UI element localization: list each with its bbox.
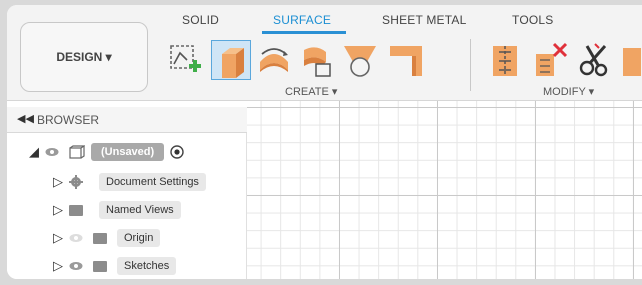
tree-root-row[interactable]: ◢ (Unsaved) [29, 141, 184, 163]
eye-icon[interactable] [45, 147, 59, 157]
tab-surface[interactable]: SURFACE [273, 13, 331, 27]
split-body-icon[interactable] [575, 40, 615, 80]
create-group-label[interactable]: CREATE ▾ [285, 85, 337, 98]
tab-sheet-metal[interactable]: SHEET METAL [382, 13, 466, 27]
create-sketch-icon[interactable] [165, 40, 205, 80]
collapsed-triangle-icon[interactable]: ▷ [53, 202, 69, 218]
eye-icon[interactable] [69, 261, 83, 271]
browser-tree: ◢ (Unsaved) ▷ Document Settings ▷ Named … [7, 133, 247, 279]
workspace-dropdown[interactable]: DESIGN ▾ [20, 22, 148, 92]
workspace-label: DESIGN ▾ [56, 50, 112, 64]
tree-item[interactable]: ▷ Origin [53, 227, 161, 249]
trim-icon[interactable] [485, 40, 525, 80]
tab-tools[interactable]: TOOLS [512, 13, 553, 27]
untrim-icon[interactable] [530, 40, 570, 80]
toolbar-divider [470, 39, 471, 91]
component-icon [69, 145, 85, 159]
tree-item[interactable]: ▷ Document Settings [53, 171, 206, 193]
tree-item-label[interactable]: Document Settings [99, 173, 206, 191]
collapse-panel-icon[interactable]: ◀◀ [17, 112, 34, 125]
viewport-grid[interactable] [247, 101, 642, 279]
expanded-triangle-icon[interactable]: ◢ [29, 144, 45, 160]
tree-item-label[interactable]: Origin [117, 229, 161, 247]
modify-group-label[interactable]: MODIFY ▾ [543, 85, 594, 98]
stitch-icon[interactable] [619, 40, 642, 80]
active-tab-indicator [262, 31, 346, 34]
sweep-icon[interactable] [296, 40, 336, 80]
eye-hidden-icon[interactable] [69, 233, 83, 243]
tree-item[interactable]: ▷ Named Views [53, 199, 181, 221]
extrude-icon[interactable] [211, 40, 251, 80]
app-window: DESIGN ▾ SOLID SURFACE SHEET METAL TOOLS [7, 5, 642, 279]
folder-icon [93, 232, 107, 244]
collapsed-triangle-icon[interactable]: ▷ [53, 174, 69, 190]
tab-solid[interactable]: SOLID [182, 13, 219, 27]
tree-item-label[interactable]: Sketches [117, 257, 177, 275]
tree-item-label[interactable]: Named Views [99, 201, 181, 219]
root-component-label[interactable]: (Unsaved) [91, 143, 165, 161]
collapsed-triangle-icon[interactable]: ▷ [53, 258, 69, 274]
patch-icon[interactable] [386, 40, 426, 80]
activate-radio-icon[interactable] [170, 145, 184, 159]
loft-icon[interactable] [340, 40, 380, 80]
toolbar: DESIGN ▾ SOLID SURFACE SHEET METAL TOOLS [7, 5, 642, 101]
folder-icon [93, 260, 107, 272]
browser-title: BROWSER [37, 113, 100, 127]
collapsed-triangle-icon[interactable]: ▷ [53, 230, 69, 246]
gear-icon [69, 175, 83, 189]
folder-icon [69, 204, 83, 216]
revolve-icon[interactable] [254, 40, 294, 80]
tree-item[interactable]: ▷ Sketches [53, 255, 177, 277]
